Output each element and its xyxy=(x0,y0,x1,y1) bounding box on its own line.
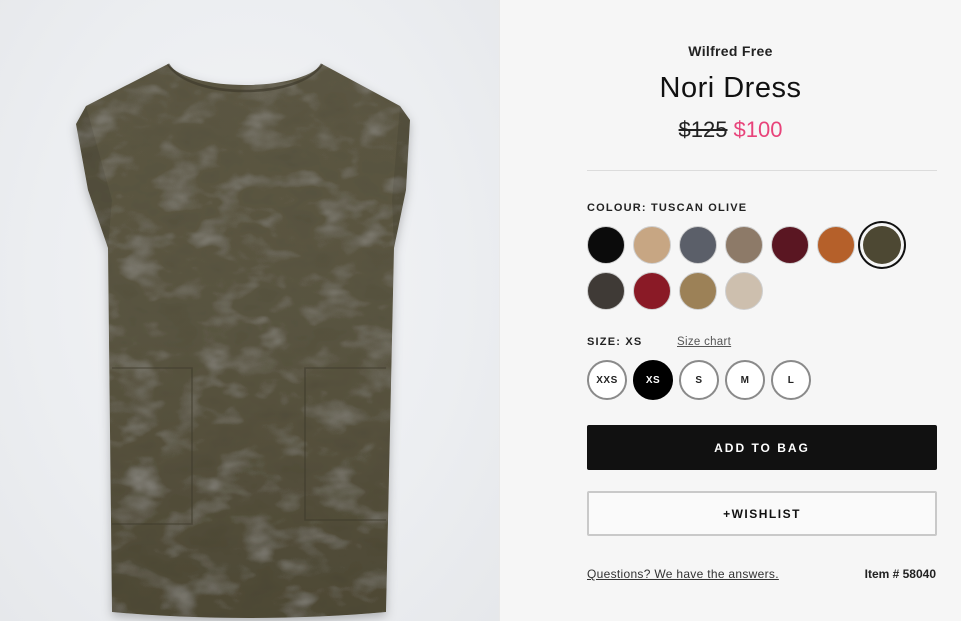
colour-swatch-tuscan-olive[interactable] xyxy=(863,226,901,264)
price: $125 $100 xyxy=(500,117,961,143)
colour-swatch-dark-brown[interactable] xyxy=(587,272,625,310)
colour-swatch-taupe[interactable] xyxy=(725,226,763,264)
size-option-xs[interactable]: XS xyxy=(633,360,673,400)
colour-swatch-burgundy[interactable] xyxy=(771,226,809,264)
sale-price: $100 xyxy=(733,117,783,142)
product-title: Nori Dress xyxy=(659,72,802,104)
size-label: SIZE: XS xyxy=(587,336,643,348)
size-option-l[interactable]: L xyxy=(771,360,811,400)
divider xyxy=(587,170,937,171)
add-to-bag-button[interactable]: ADD TO BAG xyxy=(587,425,937,470)
product-image[interactable] xyxy=(0,0,499,621)
colour-swatch-charcoal-blue[interactable] xyxy=(679,226,717,264)
size-option-s[interactable]: S xyxy=(679,360,719,400)
colour-swatch-camel[interactable] xyxy=(633,226,671,264)
colour-swatch-tan[interactable] xyxy=(679,272,717,310)
brand-name[interactable]: Wilfred Free xyxy=(500,43,961,59)
original-price: $125 xyxy=(678,117,728,142)
colour-swatch-red[interactable] xyxy=(633,272,671,310)
product-info-panel: Wilfred Free Nori Dress $125 $100 COLOUR:… xyxy=(499,0,961,621)
item-number: Item # 58040 xyxy=(864,567,936,581)
size-chart-link[interactable]: Size chart xyxy=(677,336,731,348)
colour-label: COLOUR: TUSCAN OLIVE xyxy=(587,202,748,214)
colour-swatch-cognac[interactable] xyxy=(817,226,855,264)
wishlist-button[interactable]: +WISHLIST xyxy=(587,491,937,536)
questions-link[interactable]: Questions? We have the answers. xyxy=(587,567,779,581)
dress-illustration xyxy=(76,63,410,618)
colour-swatch-black[interactable] xyxy=(587,226,625,264)
size-option-xxs[interactable]: XXS xyxy=(587,360,627,400)
colour-swatch-oatmeal[interactable] xyxy=(725,272,763,310)
size-option-m[interactable]: M xyxy=(725,360,765,400)
